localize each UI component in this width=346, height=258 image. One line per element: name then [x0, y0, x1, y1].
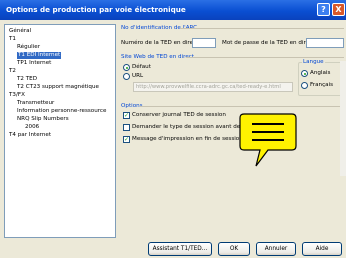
default-radio-label: Défaut [132, 64, 151, 70]
keep-log-checkbox[interactable]: ✓ [123, 112, 130, 119]
callout-icon [239, 113, 297, 167]
tree-item-t4-internet[interactable]: T4 par Internet [9, 132, 51, 139]
tree-item-general[interactable]: Général [9, 28, 31, 35]
url-radio-label: URL [132, 73, 144, 79]
tree-item-transmetteur[interactable]: Transmetteur [17, 100, 54, 107]
right-edge-scrollbar[interactable] [340, 61, 346, 176]
tree-item-t2-ct23[interactable]: T2 CT23 support magnétique [17, 84, 99, 91]
keep-log-label: Conserver journal TED de session [132, 112, 226, 118]
settings-panel: No d'identification de l'ARC Numéro de l… [120, 24, 346, 238]
options-divider [140, 106, 344, 107]
tree-item-nrq-slip[interactable]: NRQ Slip Numbers [17, 116, 69, 123]
tree-item-t1-edi-internet[interactable]: T1 EDI Internet [17, 52, 62, 59]
help-button[interactable]: Aide [302, 242, 342, 256]
tree-item-t2-ted[interactable]: T2 TED [17, 76, 37, 83]
print-message-checkbox[interactable]: ✓ [123, 136, 130, 143]
french-radio-label: Français [310, 82, 334, 88]
ted-number-label: Numéro de la TED en direct [121, 40, 199, 46]
default-radio[interactable] [123, 64, 130, 71]
ask-session-type-label: Demander le type de session avant de s..… [132, 124, 251, 130]
language-group-title: Langue [302, 59, 325, 66]
website-divider [186, 57, 344, 58]
website-group-title: Site Web de TED en direct [121, 54, 195, 60]
ted-number-input[interactable] [192, 38, 216, 48]
url-radio[interactable] [123, 73, 130, 80]
tree-item-regulier[interactable]: Régulier [17, 44, 40, 51]
tree-item-t2[interactable]: T2 [9, 68, 16, 75]
cancel-button[interactable]: Annuler [256, 242, 296, 256]
tree-item-t1[interactable]: T1 [9, 36, 16, 43]
english-radio[interactable] [301, 70, 308, 77]
tree-item-information[interactable]: Information personne-ressource [17, 108, 106, 115]
ident-divider [180, 28, 344, 29]
language-frame [298, 62, 344, 96]
password-label: Mot de passe de la TED en direct [222, 40, 315, 46]
assistant-button[interactable]: Assistant T1/TED... [148, 242, 212, 256]
password-input[interactable] [306, 38, 344, 48]
print-message-label: Message d'impression en fin de session [132, 136, 243, 142]
title-bar: Options de production par voie électroni… [0, 0, 346, 20]
url-input[interactable]: http://www.provwelfile.ccra-adrc.gc.ca/t… [133, 82, 293, 92]
ok-button[interactable]: OK [218, 242, 250, 256]
french-radio[interactable] [301, 82, 308, 89]
tree-item-2006[interactable]: 2006 [25, 124, 39, 131]
close-icon[interactable]: X [332, 3, 345, 16]
tree-item-tp1-internet[interactable]: TP1 Internet [17, 60, 51, 67]
window-title: Options de production par voie électroni… [6, 5, 186, 14]
help-icon[interactable]: ? [317, 3, 330, 16]
tree-item-t3fx[interactable]: T3/FX [9, 92, 25, 99]
english-radio-label: Anglais [310, 70, 331, 76]
options-tree: Général T1 Régulier T1 EDI Internet TP1 … [4, 24, 116, 238]
ask-session-type-checkbox[interactable] [123, 124, 130, 131]
